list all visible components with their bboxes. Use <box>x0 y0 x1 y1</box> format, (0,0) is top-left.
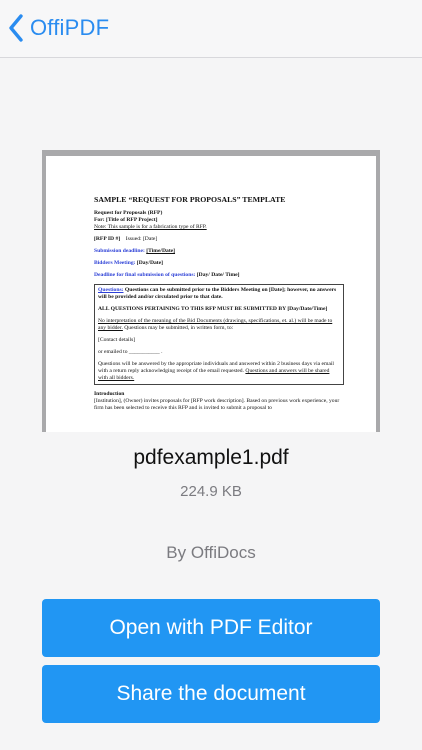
deadline-label: Deadline for final submission of questio… <box>94 272 196 278</box>
submission-label: Submission deadline: <box>94 248 145 254</box>
bidders-label: Bidders Meeting: <box>94 260 136 266</box>
questions-label: Questions: <box>98 287 124 293</box>
no-interp-rest: Questions may be submitted, in written f… <box>122 325 234 331</box>
issued-text: Issued: [Date] <box>125 236 158 242</box>
share-button-label: Share the document <box>116 682 306 705</box>
nav-bar: OffiPDF <box>0 0 422 58</box>
back-button[interactable]: OffiPDF <box>8 10 109 46</box>
deadline-value: [Day/ Date/ Time] <box>196 272 240 278</box>
bidders-value: [Day/Date] <box>136 260 163 266</box>
chevron-left-icon <box>9 14 23 42</box>
file-name: pdfexample1.pdf <box>133 446 289 469</box>
doc-line: Questions: Questions can be submitted pr… <box>98 287 340 301</box>
share-document-button[interactable]: Share the document <box>42 665 380 723</box>
doc-line: ALL QUESTIONS PERTAINING TO THIS RFP MUS… <box>98 306 328 312</box>
back-label: OffiPDF <box>30 15 110 40</box>
open-with-pdf-editor-button[interactable]: Open with PDF Editor <box>42 599 380 657</box>
intro-text: [Institution], (Owner) invites proposals… <box>94 398 340 411</box>
questions-text: Questions can be submitted prior to the … <box>98 287 337 300</box>
doc-line: Submission deadline: [Time/Date] <box>94 248 344 255</box>
doc-line: Questions will be answered by the approp… <box>98 361 340 382</box>
author-credit: By OffiDocs <box>166 543 256 562</box>
doc-line: For: [Title of RFP Project] <box>94 217 158 223</box>
doc-line: Note: This sample is for a fabrication t… <box>94 224 207 230</box>
doc-line: or emailed to ___________ . <box>98 349 163 355</box>
doc-line: Bidders Meeting: [Day/Date] <box>94 260 344 267</box>
doc-line: [Contact details] <box>98 337 136 343</box>
intro-heading: Introduction <box>94 391 125 397</box>
pdf-preview[interactable]: SAMPLE “REQUEST FOR PROPOSALS” TEMPLATE … <box>42 150 380 432</box>
doc-line: Deadline for final submission of questio… <box>94 272 344 279</box>
doc-title: SAMPLE “REQUEST FOR PROPOSALS” TEMPLATE <box>94 195 286 204</box>
doc-line: No interpretation of the meaning of the … <box>98 318 340 332</box>
questions-box: Questions: Questions can be submitted pr… <box>94 284 344 385</box>
rfp-id-label: [RFP ID #] <box>94 236 121 242</box>
open-button-label: Open with PDF Editor <box>109 616 313 639</box>
submission-value: [Time/Date] <box>146 248 176 254</box>
doc-line: Request for Proposals (RFP) <box>94 210 163 216</box>
pdf-page-thumbnail: SAMPLE “REQUEST FOR PROPOSALS” TEMPLATE … <box>46 156 376 432</box>
file-size: 224.9 KB <box>180 483 242 500</box>
doc-line: [RFP ID #] Issued: [Date] <box>94 236 344 243</box>
